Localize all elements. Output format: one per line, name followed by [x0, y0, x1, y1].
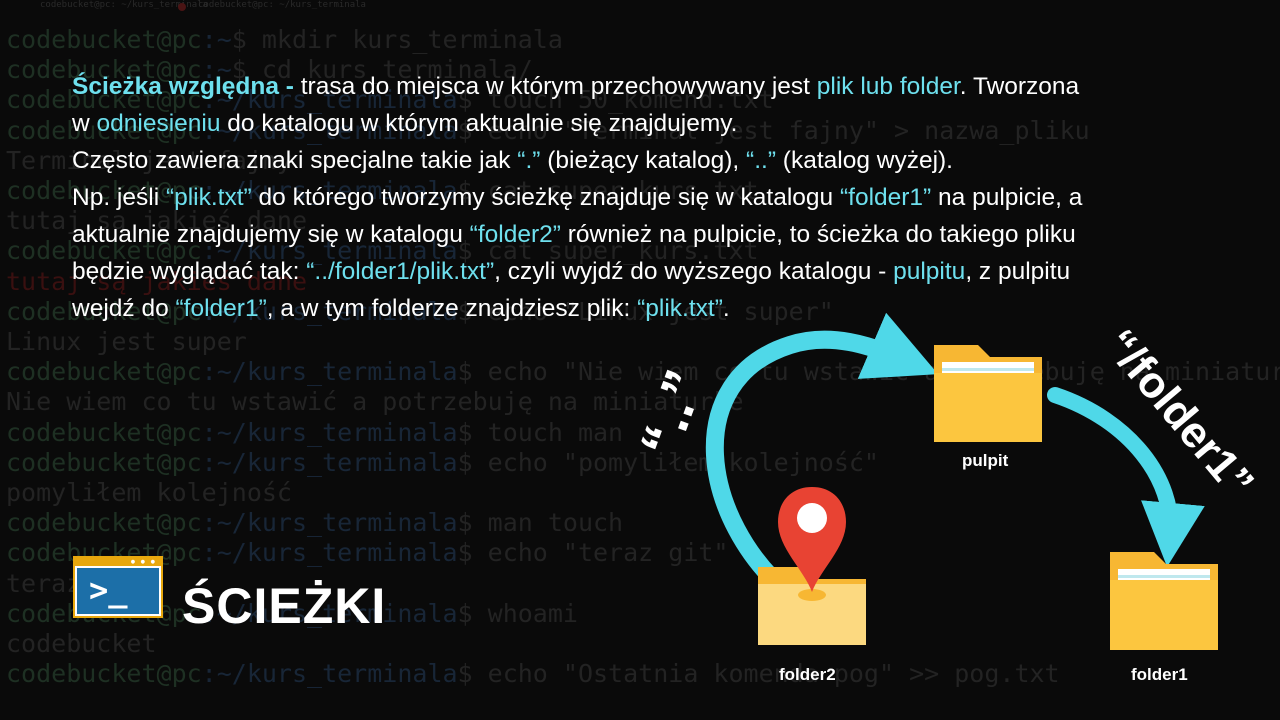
- page-title: ŚCIEŻKI: [182, 578, 387, 634]
- paragraph-line: Ścieżka względna - trasa do miejsca w kt…: [72, 73, 1080, 100]
- highlight: “folder1”: [175, 295, 267, 322]
- paragraph-line: Często zawiera znaki specjalne takie jak…: [72, 147, 953, 174]
- highlight: “plik.txt”: [637, 295, 723, 322]
- term-heading: Ścieżka względna -: [72, 73, 294, 100]
- location-pin-icon: [778, 487, 846, 592]
- highlight: “folder1”: [839, 184, 932, 211]
- highlight: odniesieniu: [96, 110, 221, 137]
- paragraph-line: Np. jeśli “plik.txt” do którego tworzymy…: [72, 184, 1083, 211]
- highlight: “../folder1/plik.txt”: [306, 258, 495, 285]
- paragraph-line: będzie wyglądać tak: “../folder1/plik.tx…: [72, 258, 1071, 285]
- highlight: “folder2”: [469, 221, 561, 248]
- paragraph-line: aktualnie znajdujemy się w katalogu “fol…: [72, 221, 1076, 248]
- folder1-path-label: “/folder1”: [1095, 320, 1263, 507]
- logo-titlebar: ● ● ●: [75, 558, 161, 566]
- highlight: “.”: [517, 147, 541, 174]
- prompt-glyph: >_: [89, 571, 128, 609]
- folder-icon: [1110, 552, 1218, 650]
- arrow-icon: [1047, 387, 1205, 567]
- logo-screen: >_: [77, 568, 159, 614]
- dotdot-label: “..”: [627, 362, 716, 465]
- folder-icon: [934, 345, 1042, 442]
- terminal-icon: ● ● ● >_: [73, 556, 163, 618]
- folder-label-folder1: folder1: [1131, 665, 1188, 684]
- description-paragraph: Ścieżka względna - trasa do miejsca w kt…: [72, 68, 1242, 327]
- highlight: “plik.txt”: [165, 184, 252, 211]
- highlight: “..”: [746, 147, 776, 174]
- highlight: pulpitu: [893, 258, 966, 285]
- folder-label-pulpit: pulpit: [962, 451, 1009, 470]
- arrow-icon: [706, 312, 939, 604]
- folder-label-folder2: folder2: [779, 665, 836, 684]
- folder-icon: [758, 567, 866, 645]
- highlight: plik lub folder: [816, 73, 960, 100]
- paragraph-line: w odniesieniu do katalogu w którym aktua…: [72, 110, 738, 137]
- paragraph-line: wejdź do “folder1”, a w tym folderze zna…: [72, 295, 730, 322]
